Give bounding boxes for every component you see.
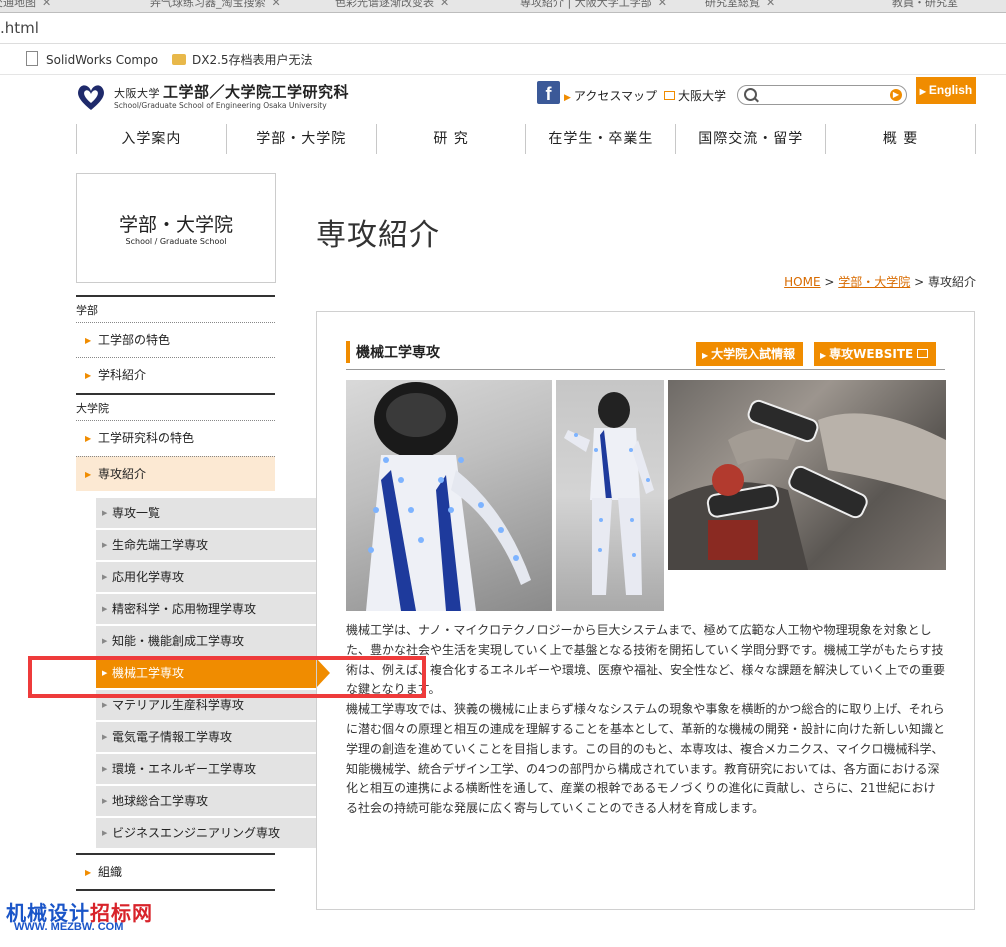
arrow-right-icon: ▶ (85, 868, 92, 877)
gnav-research[interactable]: 研 究 (375, 124, 526, 154)
sidebar-section-grad: 大学院 (76, 393, 275, 416)
page-icon (26, 51, 38, 66)
close-tab-icon[interactable]: ✕ (658, 0, 667, 9)
sub-item-business-eng[interactable]: ▶ ビジネスエンジニアリング専攻 (96, 818, 316, 849)
bookmark-item[interactable]: DX2.5存档表用户无法 (172, 51, 313, 68)
sidebar-item-features[interactable]: ▶ 工学部の特色 (76, 322, 275, 357)
sidebar-subtitle: School / Graduate School (125, 237, 227, 246)
address-bar[interactable]: .html (0, 13, 1006, 44)
admission-info-button[interactable]: ▶ 大学院入試情報 (696, 342, 804, 366)
english-button[interactable]: ▶ English (916, 77, 976, 104)
breadcrumb-current: 専攻紹介 (927, 275, 976, 289)
site-logo-subtitle: School/Graduate School of Engineering Os… (114, 101, 327, 110)
search-input[interactable] (762, 87, 886, 103)
sidebar-title: 学部・大学院 (118, 214, 233, 236)
sub-item-major-list[interactable]: ▶ 専攻一覧 (96, 498, 316, 529)
sidebar-item-majors[interactable]: ▶ 専攻紹介 (76, 456, 275, 491)
rescue-robot-photo (668, 380, 946, 570)
sub-item-precision[interactable]: ▶ 精密科学・応用物理学専攻 (96, 594, 316, 625)
facebook-icon[interactable]: f (537, 81, 560, 104)
arrow-right-icon: ▶ (85, 434, 92, 443)
powered-suit-photo (346, 380, 552, 611)
gnav-admission[interactable]: 入学案内 (76, 124, 226, 154)
search-go-icon[interactable]: ▶ (890, 89, 902, 101)
close-tab-icon[interactable]: ✕ (272, 0, 281, 9)
section-title: 機械工学専攻 (356, 345, 440, 361)
site-logo-title[interactable]: 大阪大学 工学部／大学院工学研究科 (114, 81, 349, 102)
browser-tab-active[interactable]: 専攻紹介 | 大阪大学工学部 ✕ (520, 0, 667, 10)
external-window-icon (917, 349, 929, 358)
highlight-annotation-box (28, 656, 426, 698)
major-description: 機械工学は、ナノ・マイクロテクノロジーから巨大システムまで、極めて広範な人工物や… (346, 621, 946, 819)
browser-tab-bar: 交通地图✕ 弄气球练习器_淘宝搜索✕ 色彩光谱逐渐改变表✕ 専攻紹介 | 大阪大… (0, 0, 1006, 13)
arrow-right-icon: ▶ (85, 336, 92, 345)
bookmark-item[interactable]: SolidWorks Compo (26, 51, 158, 67)
sidebar-title-box: 学部・大学院 School / Graduate School (76, 173, 276, 283)
site-search: ▶ (737, 85, 907, 105)
gnav-school[interactable]: 学部・大学院 (225, 124, 376, 154)
sub-item-applied-chem[interactable]: ▶ 応用化学専攻 (96, 562, 316, 593)
arrow-right-icon: ▶ (102, 797, 108, 805)
arrow-right-icon: ▶ (102, 605, 108, 613)
arrow-right-icon: ▶ (102, 765, 108, 773)
arrow-right-icon: ▶ (102, 829, 108, 837)
section-accent-bar (346, 341, 350, 363)
global-nav: 入学案内 学部・大学院 研 究 在学生・卒業生 国際交流・留学 概 要 (76, 124, 976, 154)
browser-tab[interactable]: 色彩光谱逐渐改变表 ✕ (335, 0, 449, 10)
arrow-right-icon: ▶ (702, 351, 709, 360)
arrow-right-icon: ▶ (85, 470, 92, 479)
suit-full-body-photo (556, 380, 664, 611)
bookmarks-bar: SolidWorks Compo DX2.5存档表用户无法 (0, 44, 1006, 75)
arrow-right-icon: ▶ (102, 509, 108, 517)
description-paragraph: 機械工学専攻では、狭義の機械に止まらず様々なシステムの現象や事象を横断的かつ総合… (346, 702, 946, 816)
browser-tab[interactable]: 教員・研究室 (892, 0, 958, 10)
major-website-button[interactable]: ▶ 専攻WEBSITE (814, 342, 937, 366)
sub-item-adaptive-machine[interactable]: ▶ 知能・機能創成工学専攻 (96, 626, 316, 657)
sub-item-energy[interactable]: ▶ 環境・エネルギー工学専攻 (96, 754, 316, 785)
access-map-link[interactable]: ▶ アクセスマップ (564, 87, 657, 104)
breadcrumb: HOME > 学部・大学院 > 専攻紹介 (784, 275, 976, 289)
osaka-university-link[interactable]: 大阪大学 (664, 87, 726, 104)
sub-item-global-arch[interactable]: ▶ 地球総合工学専攻 (96, 786, 316, 817)
breadcrumb-parent[interactable]: 学部・大学院 (838, 275, 910, 289)
search-icon (744, 88, 757, 101)
sidebar-section-undergrad: 学部 (76, 295, 275, 318)
arrow-right-icon: ▶ (102, 541, 108, 549)
sidebar-item-grad-features[interactable]: ▶ 工学研究科の特色 (76, 420, 275, 455)
sub-item-biotech[interactable]: ▶ 生命先端工学専攻 (96, 530, 316, 561)
breadcrumb-home[interactable]: HOME (784, 275, 820, 289)
gnav-international[interactable]: 国際交流・留学 (675, 124, 825, 154)
gnav-students[interactable]: 在学生・卒業生 (525, 124, 675, 154)
page-title: 専攻紹介 (316, 218, 440, 253)
arrow-right-icon: ▶ (102, 637, 108, 645)
close-tab-icon[interactable]: ✕ (42, 0, 51, 9)
browser-tab[interactable]: 弄气球练习器_淘宝搜索 ✕ (150, 0, 281, 10)
browser-tab[interactable]: 研究室総覧 ✕ (705, 0, 775, 10)
arrow-right-icon: ▶ (85, 371, 92, 380)
arrow-right-icon: ▶ (919, 87, 926, 96)
browser-tab[interactable]: 交通地图✕ (0, 0, 51, 10)
arrow-right-icon: ▶ (102, 733, 108, 741)
sidebar-item-organization[interactable]: ▶ 組織 (76, 853, 275, 888)
arrow-right-icon: ▶ (564, 93, 571, 103)
osaka-university-logo-icon[interactable] (76, 83, 106, 111)
sub-item-electrical[interactable]: ▶ 電気電子情報工学専攻 (96, 722, 316, 753)
gnav-about[interactable]: 概 要 (825, 124, 976, 154)
sidebar-divider (76, 889, 275, 891)
description-paragraph: 機械工学は、ナノ・マイクロテクノロジーから巨大システムまで、極めて広範な人工物や… (346, 623, 946, 697)
folder-icon (172, 54, 186, 65)
external-window-icon (664, 91, 675, 100)
sidebar-item-departments[interactable]: ▶ 学科紹介 (76, 357, 275, 392)
close-tab-icon[interactable]: ✕ (766, 0, 775, 9)
watermark-url: WWW. MEZBW. COM (14, 921, 124, 933)
arrow-right-icon: ▶ (820, 351, 827, 360)
arrow-right-icon: ▶ (102, 573, 108, 581)
close-tab-icon[interactable]: ✕ (440, 0, 449, 9)
